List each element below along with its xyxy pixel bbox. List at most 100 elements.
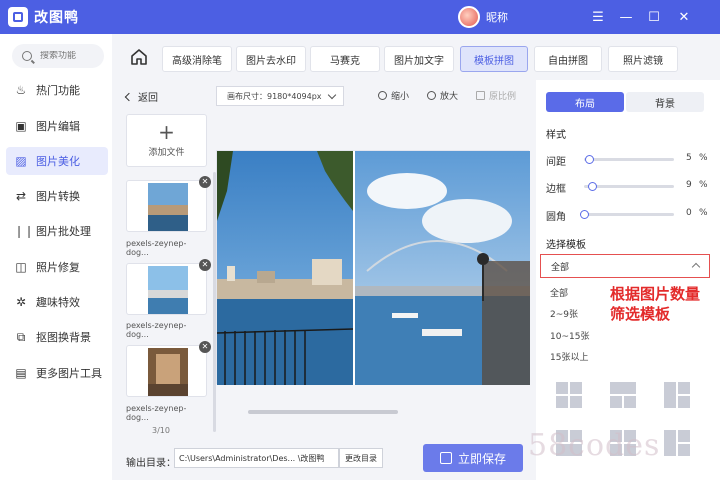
tab-layout[interactable]: 布局 <box>546 92 624 112</box>
corner-slider-thumb[interactable] <box>580 210 589 219</box>
sidebar-item-label: 图片批处理 <box>36 225 91 238</box>
annotation-line: 根据图片数量 <box>610 285 701 303</box>
border-slider-thumb[interactable] <box>588 182 598 191</box>
corner-label: 圆角 <box>546 212 566 223</box>
sidebar-item-effects[interactable]: ✲ 趣味特效 <box>6 288 108 316</box>
output-dir-label: 输出目录： <box>126 458 176 469</box>
home-icon[interactable] <box>130 48 148 66</box>
sidebar-item-batch[interactable]: ❘❘ 图片批处理 <box>6 217 108 245</box>
zoom-out-label: 缩小 <box>391 92 410 102</box>
thumbnail-image <box>148 266 188 314</box>
add-file-button[interactable]: + 添加文件 <box>126 114 207 167</box>
output-path-field[interactable]: C:\Users\Administrator\Des... \改图鸭 <box>174 448 339 468</box>
tab-template-collage[interactable]: 模板拼图 <box>460 46 528 72</box>
file-thumbnail[interactable] <box>126 263 207 315</box>
reset-ratio-button[interactable]: 原比例 <box>476 89 516 102</box>
sidebar-item-photo-repair[interactable]: ◫ 照片修复 <box>6 253 108 281</box>
sidebar-item-hot[interactable]: ♨ 热门功能 <box>6 76 108 104</box>
save-now-button[interactable]: 立即保存 <box>423 444 523 472</box>
user-profile[interactable]: 昵称 <box>458 6 508 28</box>
template-heading: 选择模板 <box>546 240 586 251</box>
tab-mosaic[interactable]: 马赛克 <box>310 46 380 72</box>
template-option-10-15[interactable]: 10~15张 <box>550 329 589 342</box>
template-thumbnail[interactable] <box>610 382 636 408</box>
user-nickname[interactable]: 昵称 <box>486 9 508 25</box>
spacing-value: 5 <box>686 153 692 163</box>
sidebar-item-label: 更多图片工具 <box>36 367 102 380</box>
toolbox-icon: ▤ <box>15 366 27 380</box>
title-bar: 改图鸭 昵称 ☰ — ☐ ✕ <box>0 0 720 34</box>
file-name: pexels-zeynep-dog... <box>126 239 187 257</box>
tab-add-text[interactable]: 图片加文字 <box>384 46 454 72</box>
delete-file-icon[interactable]: ✕ <box>199 259 211 271</box>
annotation-line: 筛选模板 <box>610 305 671 323</box>
collage-preview-image <box>216 151 530 385</box>
zoom-out-button[interactable]: 缩小 <box>378 89 409 102</box>
spacing-label: 间距 <box>546 157 566 168</box>
spacing-unit: % <box>699 153 708 163</box>
app-title: 改图鸭 <box>34 10 79 26</box>
thumbnail-image <box>148 183 188 231</box>
sidebar-item-label: 照片修复 <box>36 261 80 274</box>
template-thumbnail[interactable] <box>556 382 582 408</box>
file-count: 3/10 <box>152 426 170 435</box>
template-option-15-plus[interactable]: 15张以上 <box>550 350 588 363</box>
maximize-icon[interactable]: ☐ <box>640 0 668 34</box>
canvas-size-select[interactable]: 画布尺寸：9180*4094px <box>216 86 344 106</box>
file-thumbnail[interactable] <box>126 180 207 232</box>
zoom-out-icon <box>378 91 387 100</box>
delete-file-icon[interactable]: ✕ <box>199 176 211 188</box>
border-slider[interactable] <box>584 185 674 188</box>
spacing-slider[interactable] <box>584 158 674 161</box>
back-label: 返回 <box>138 93 158 104</box>
template-option-all[interactable]: 全部 <box>550 286 568 299</box>
delete-file-icon[interactable]: ✕ <box>199 341 211 353</box>
plus-icon: + <box>158 120 175 144</box>
corner-unit: % <box>699 208 708 218</box>
file-thumbnail[interactable] <box>126 345 207 397</box>
save-icon <box>439 452 452 464</box>
tab-advanced-eraser[interactable]: 高级消除笔 <box>162 46 232 72</box>
sidebar-item-image-beautify[interactable]: ▨ 图片美化 <box>6 147 108 175</box>
effects-icon: ✲ <box>15 295 27 309</box>
photo-repair-icon: ◫ <box>15 260 27 274</box>
sidebar-item-image-edit[interactable]: ▣ 图片编辑 <box>6 112 108 140</box>
batch-icon: ❘❘ <box>14 224 35 238</box>
fire-icon: ♨ <box>15 83 27 97</box>
avatar[interactable] <box>458 6 480 28</box>
search-box[interactable] <box>12 44 104 68</box>
sidebar-item-convert[interactable]: ⇄ 图片转换 <box>6 182 108 210</box>
template-filter-select[interactable]: 全部 <box>540 254 710 278</box>
chevron-left-icon <box>124 92 134 101</box>
add-file-label: 添加文件 <box>148 148 185 158</box>
sidebar-item-label: 抠图换背景 <box>36 331 91 344</box>
image-edit-icon: ▣ <box>15 119 27 133</box>
canvas-size-label: 画布尺寸：9180*4094px <box>227 91 322 101</box>
sidebar-item-cutout[interactable]: ⧉ 抠图换背景 <box>6 323 108 351</box>
minimize-icon[interactable]: — <box>612 0 640 34</box>
convert-icon: ⇄ <box>15 189 27 203</box>
collage-canvas[interactable] <box>216 150 530 385</box>
change-dir-button[interactable]: 更改目录 <box>339 448 383 468</box>
tab-remove-watermark[interactable]: 图片去水印 <box>236 46 306 72</box>
template-option-2-9[interactable]: 2~9张 <box>550 307 578 320</box>
border-label: 边框 <box>546 184 566 195</box>
sidebar-item-more-tools[interactable]: ▤ 更多图片工具 <box>6 359 108 387</box>
corner-slider[interactable] <box>584 213 674 216</box>
search-input[interactable] <box>40 51 102 61</box>
template-thumbnail[interactable] <box>664 382 690 408</box>
style-heading: 样式 <box>546 130 566 141</box>
tab-free-collage[interactable]: 自由拼图 <box>534 46 602 72</box>
cutout-icon: ⧉ <box>16 330 26 344</box>
menu-icon[interactable]: ☰ <box>584 0 612 34</box>
back-button[interactable]: 返回 <box>124 89 158 104</box>
chevron-down-icon <box>327 90 337 100</box>
tab-background[interactable]: 背景 <box>626 92 704 112</box>
spacing-slider-thumb[interactable] <box>584 155 594 164</box>
template-thumbnail[interactable] <box>664 430 690 456</box>
tab-photo-filter[interactable]: 照片滤镜 <box>608 46 678 72</box>
canvas-horizontal-scrollbar[interactable] <box>248 410 398 414</box>
zoom-in-button[interactable]: 放大 <box>427 89 458 102</box>
file-name: pexels-zeynep-dog... <box>126 321 187 339</box>
close-icon[interactable]: ✕ <box>670 0 698 34</box>
